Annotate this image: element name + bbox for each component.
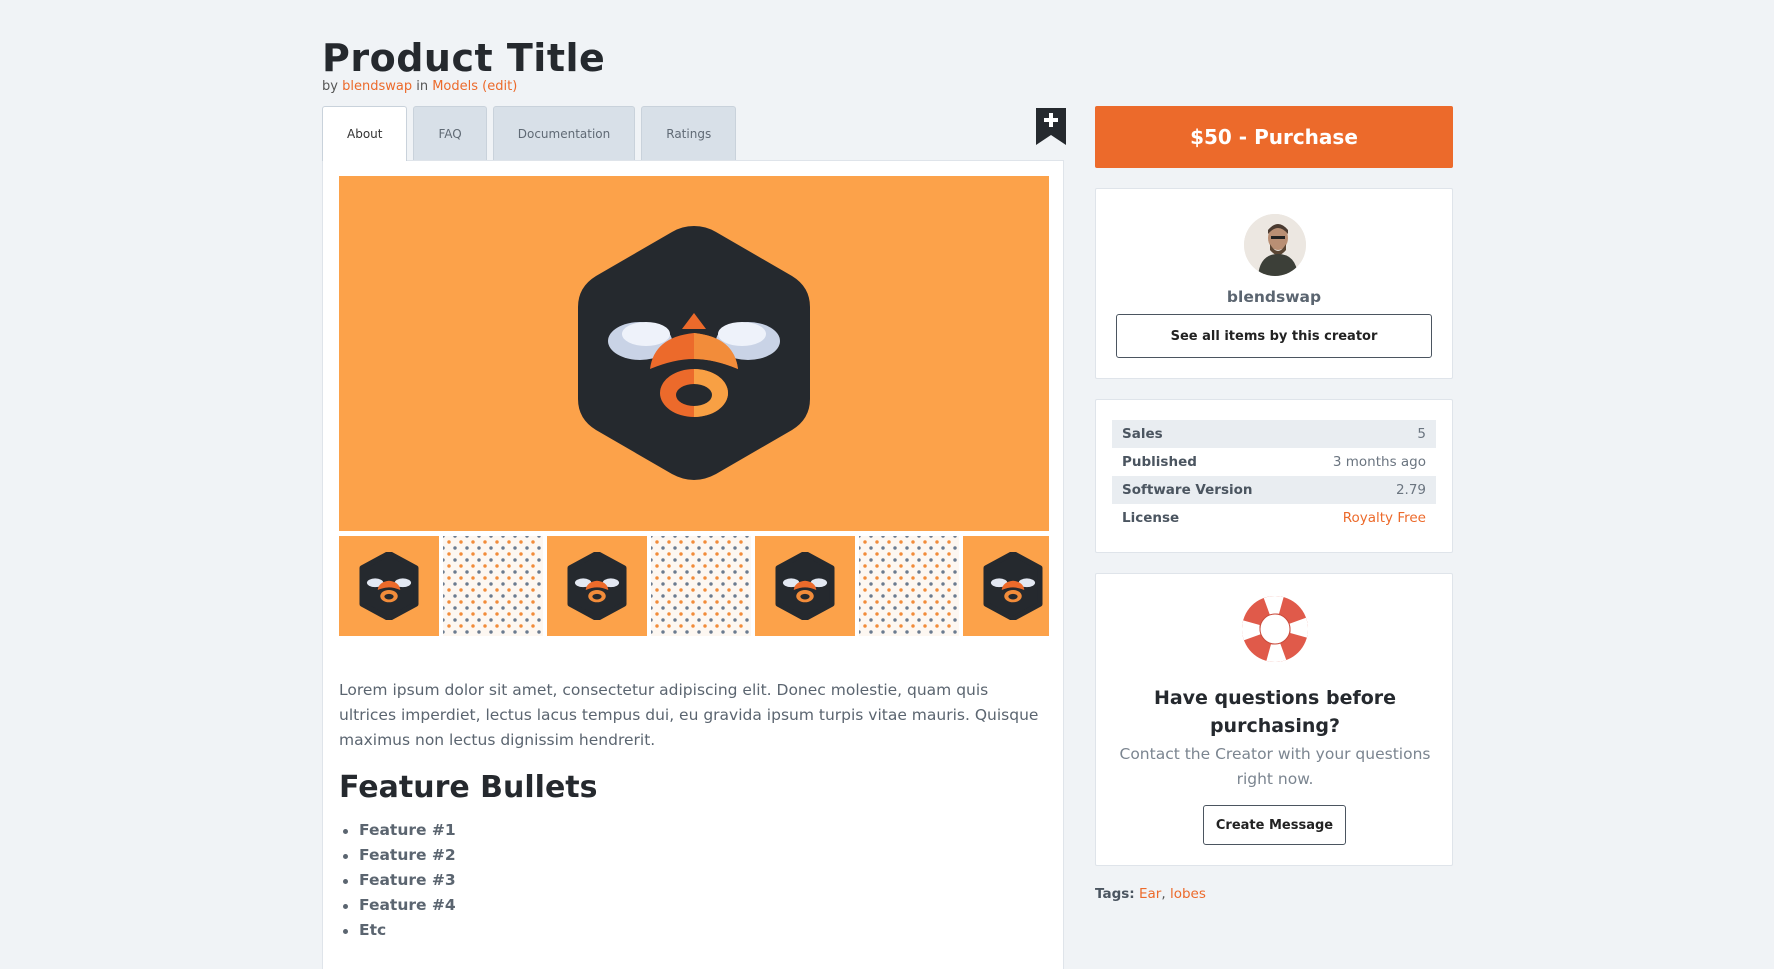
byline-prefix: by — [322, 79, 338, 94]
feature-list: Feature #1 Feature #2 Feature #3 Feature… — [339, 818, 456, 943]
feature-item: Feature #3 — [339, 868, 456, 893]
see-all-items-button[interactable]: See all items by this creator — [1116, 314, 1432, 358]
thumbnail-logo[interactable] — [963, 536, 1049, 636]
stat-row-license: License Royalty Free — [1112, 504, 1436, 532]
tab-ratings[interactable]: Ratings — [641, 106, 737, 160]
tag-link[interactable]: Ear — [1139, 886, 1161, 902]
stat-label: License — [1122, 510, 1180, 526]
stat-row-sales: Sales 5 — [1112, 420, 1436, 448]
stats-table: Sales 5 Published 3 months ago Software … — [1112, 420, 1436, 532]
bee-logo-icon — [578, 226, 810, 480]
product-description: Lorem ipsum dolor sit amet, consectetur … — [339, 681, 1039, 749]
feature-item: Etc — [339, 918, 456, 943]
thumbnail-pattern[interactable] — [859, 536, 959, 636]
stat-label: Sales — [1122, 426, 1163, 442]
license-link[interactable]: Royalty Free — [1343, 510, 1426, 526]
byline: by blendswap in Models (edit) — [322, 79, 517, 94]
feature-item: Feature #4 — [339, 893, 456, 918]
tab-bar: About FAQ Documentation Ratings — [322, 106, 737, 161]
tags: Tags: Ear, lobes — [1095, 886, 1206, 902]
tag-link[interactable]: lobes — [1170, 886, 1206, 902]
purchase-button[interactable]: $50 - Purchase — [1095, 106, 1453, 168]
stats-card: Sales 5 Published 3 months ago Software … — [1095, 399, 1453, 553]
creator-name: blendswap — [1226, 288, 1322, 306]
help-title: Have questions before purchasing? — [1153, 687, 1397, 737]
stat-row-published: Published 3 months ago — [1112, 448, 1436, 476]
stat-row-software-version: Software Version 2.79 — [1112, 476, 1436, 504]
tab-documentation[interactable]: Documentation — [492, 106, 636, 160]
creator-link[interactable]: blendswap — [342, 79, 412, 94]
thumbnail-strip — [339, 536, 1049, 636]
help-text: Contact the Creator with your questions … — [1119, 745, 1431, 788]
tags-label: Tags: — [1095, 886, 1135, 902]
help-card: Have questions before purchasing? Contac… — [1095, 573, 1453, 866]
stat-value: 5 — [1417, 426, 1426, 442]
create-message-button[interactable]: Create Message — [1203, 805, 1346, 845]
product-hero-image — [339, 176, 1049, 531]
lifebuoy-icon — [1241, 595, 1309, 663]
avatar[interactable] — [1244, 214, 1306, 276]
tab-faq[interactable]: FAQ — [413, 106, 487, 160]
feature-bullets-heading: Feature Bullets — [339, 770, 598, 805]
thumbnail-pattern[interactable] — [443, 536, 543, 636]
stat-value: 3 months ago — [1332, 454, 1426, 470]
page-title: Product Title — [322, 36, 606, 80]
stat-label: Published — [1122, 454, 1197, 470]
feature-item: Feature #1 — [339, 818, 456, 843]
byline-in: in — [416, 79, 429, 94]
creator-card: blendswap See all items by this creator — [1095, 188, 1453, 379]
thumbnail-logo[interactable] — [339, 536, 439, 636]
category-link[interactable]: Models — [432, 79, 478, 94]
thumbnail-pattern[interactable] — [651, 536, 751, 636]
thumbnail-logo[interactable] — [755, 536, 855, 636]
feature-item: Feature #2 — [339, 843, 456, 868]
bookmark-plus-icon[interactable] — [1036, 108, 1066, 145]
stat-value: 2.79 — [1395, 482, 1426, 498]
stat-label: Software Version — [1122, 482, 1253, 498]
edit-link[interactable]: (edit) — [482, 79, 517, 94]
thumbnail-logo[interactable] — [547, 536, 647, 636]
tab-about[interactable]: About — [322, 106, 408, 161]
